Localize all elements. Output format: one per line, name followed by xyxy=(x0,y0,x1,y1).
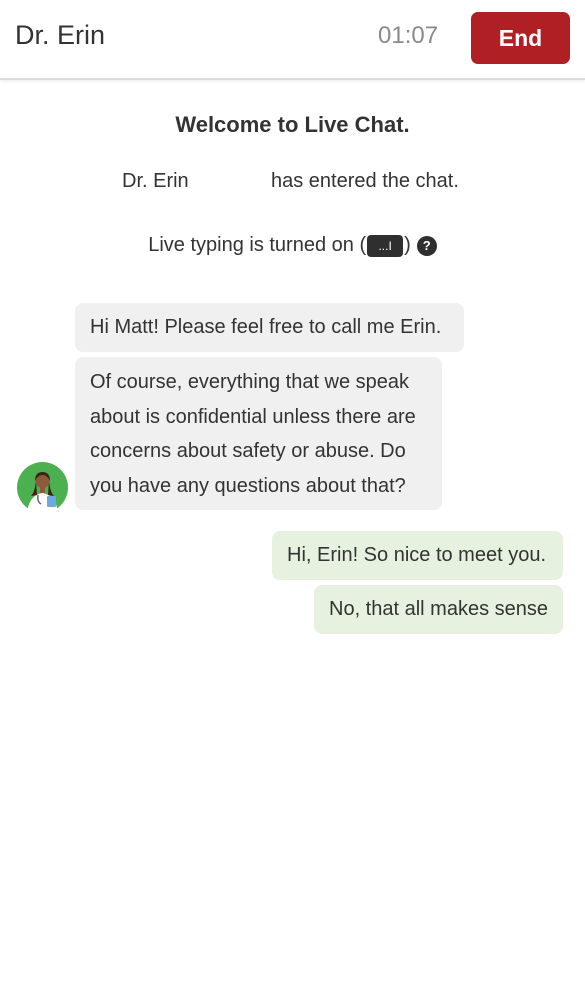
user-message-bubble: Hi, Erin! So nice to meet you. xyxy=(272,531,563,580)
entered-chat-notice: has entered the chat. xyxy=(271,170,459,192)
doctor-avatar-icon xyxy=(17,462,68,513)
question-circle-icon[interactable]: ? xyxy=(416,235,437,256)
session-timer: 01:07 xyxy=(378,22,439,49)
live-typing-icon: ...I xyxy=(367,234,404,257)
end-chat-button[interactable]: End xyxy=(471,12,570,64)
agent-message-bubble: Of course, everything that we speak abou… xyxy=(75,357,442,510)
welcome-message: Welcome to Live Chat. xyxy=(175,112,410,137)
agent-message-bubble: Hi Matt! Please feel free to call me Eri… xyxy=(75,303,464,352)
chat-title: Dr. Erin xyxy=(15,20,106,50)
entered-agent-name: Dr. Erin xyxy=(122,170,189,192)
user-message-bubble: No, that all makes sense xyxy=(314,585,563,634)
live-typing-text: Live typing is turned on ( xyxy=(148,234,367,256)
live-typing-notice: Live typing is turned on ( ...I ) ? xyxy=(0,234,585,257)
chat-header: Dr. Erin 01:07 End xyxy=(0,0,585,80)
live-typing-close-paren: ) xyxy=(404,234,411,256)
